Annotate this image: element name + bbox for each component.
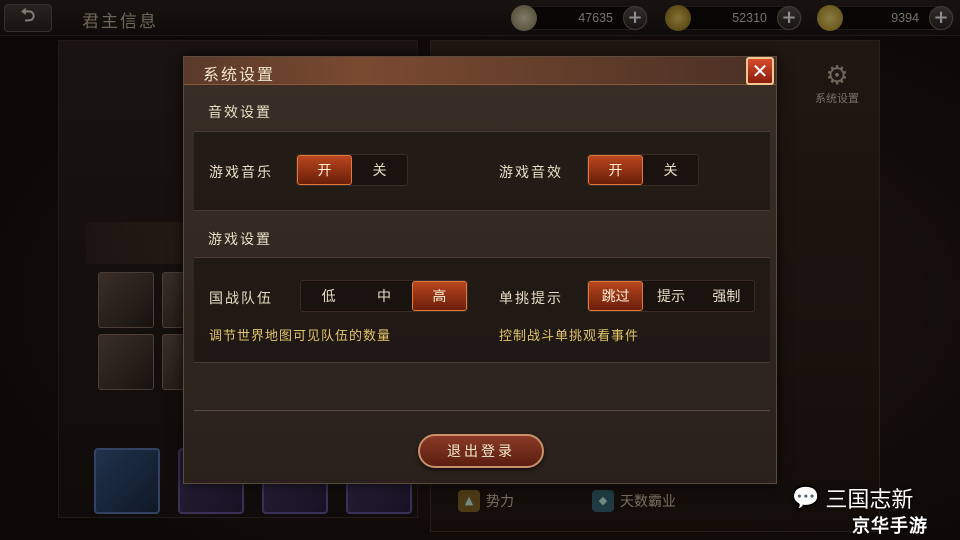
close-icon: ✕ [751, 59, 769, 83]
watermark-line2: 京华手游 [852, 516, 928, 537]
logout-button[interactable]: 退出登录 [418, 434, 544, 468]
watermark-title: 💬 三国志新 [792, 482, 913, 514]
duel-force-option[interactable]: 强制 [699, 281, 754, 311]
duel-skip-option[interactable]: 跳过 [588, 281, 644, 311]
game-section: 国战队伍 低 中 高 调节世界地图可见队伍的数量 单挑提示 跳过 提示 强制 控… [194, 257, 770, 363]
audio-section-label: 音效设置 [208, 105, 272, 121]
music-off-option[interactable]: 关 [352, 155, 407, 185]
troops-mid-option[interactable]: 中 [356, 281, 411, 311]
troops-label: 国战队伍 [209, 291, 273, 307]
settings-dialog: 系统设置 ✕ 音效设置 游戏音乐 开 关 游戏音效 开 关 游戏设置 国战队伍 … [183, 56, 777, 484]
troops-high-option[interactable]: 高 [411, 281, 467, 311]
wechat-icon: 💬 [792, 485, 820, 511]
audio-section: 游戏音乐 开 关 游戏音效 开 关 [194, 131, 770, 211]
divider [194, 410, 770, 411]
duel-label: 单挑提示 [499, 291, 563, 307]
sfx-label: 游戏音效 [499, 165, 563, 181]
dialog-title: 系统设置 [203, 65, 276, 84]
troops-low-option[interactable]: 低 [301, 281, 356, 311]
close-button[interactable]: ✕ [746, 57, 774, 85]
duel-selector: 跳过 提示 强制 [587, 280, 755, 312]
dialog-header: 系统设置 ✕ [184, 57, 776, 85]
troops-description: 调节世界地图可见队伍的数量 [209, 329, 392, 344]
troops-selector: 低 中 高 [300, 280, 468, 312]
game-section-label: 游戏设置 [208, 232, 272, 248]
music-toggle: 开 关 [296, 154, 408, 186]
duel-description: 控制战斗单挑观看事件 [499, 329, 640, 344]
duel-prompt-option[interactable]: 提示 [643, 281, 698, 311]
sfx-on-option[interactable]: 开 [588, 155, 644, 185]
watermark-line1: 三国志新 [825, 488, 914, 513]
sfx-toggle: 开 关 [587, 154, 699, 186]
music-label: 游戏音乐 [209, 165, 273, 181]
music-on-option[interactable]: 开 [297, 155, 353, 185]
sfx-off-option[interactable]: 关 [643, 155, 698, 185]
